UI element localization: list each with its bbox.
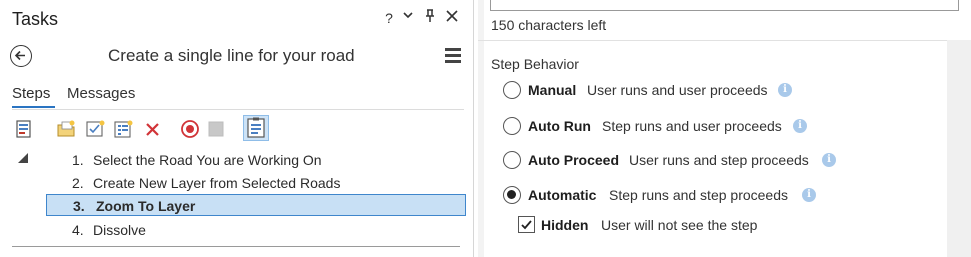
app-root: Tasks ? Create a single line for your ro… <box>0 0 971 257</box>
radio-button[interactable] <box>503 117 521 135</box>
option-label: Automatic <box>528 187 597 203</box>
divider <box>12 246 460 247</box>
step-properties-icon <box>247 117 265 138</box>
pin-icon[interactable] <box>421 9 439 26</box>
instructions-textbox[interactable] <box>490 0 959 11</box>
menu-icon[interactable] <box>445 48 461 64</box>
option-label: Manual <box>528 82 577 98</box>
new-step-icon[interactable] <box>85 119 105 139</box>
step-number: 4. <box>72 222 84 238</box>
step-label: Create New Layer from Selected Roads <box>93 175 341 191</box>
pane-title: Tasks <box>12 9 59 29</box>
char-counter: 150 characters left <box>491 17 607 33</box>
option-label: Auto Proceed <box>528 152 620 168</box>
task-title: Create a single line for your road <box>108 46 355 65</box>
checkbox-label: Hidden <box>541 217 589 233</box>
chevron-down-icon[interactable] <box>399 8 417 24</box>
option-description: User runs and user proceeds <box>587 82 768 98</box>
radio-button[interactable] <box>503 151 521 169</box>
pane-splitter[interactable] <box>478 0 484 257</box>
checkmark-icon <box>521 220 532 230</box>
help-icon[interactable]: ? <box>380 10 398 26</box>
step-label: Select the Road You are Working On <box>93 152 322 168</box>
option-description: Step runs and user proceeds <box>602 118 782 134</box>
option-description: Step runs and step proceeds <box>609 187 789 203</box>
radio-button[interactable] <box>503 81 521 99</box>
step-number: 1. <box>72 152 84 168</box>
collapse-triangle-icon[interactable] <box>18 153 28 163</box>
checkbox-description: User will not see the step <box>601 217 758 233</box>
option-label: Auto Run <box>528 118 591 134</box>
step-item[interactable]: 2. Create New Layer from Selected Roads <box>46 172 466 194</box>
option-description: User runs and step proceeds <box>629 152 809 168</box>
step-number: 2. <box>72 175 84 191</box>
step-label: Dissolve <box>93 222 146 238</box>
tasks-pane: Tasks ? Create a single line for your ro… <box>0 0 474 257</box>
info-icon[interactable]: i <box>778 83 792 97</box>
divider <box>12 109 464 110</box>
record-icon[interactable] <box>180 119 200 139</box>
divider <box>478 40 971 41</box>
delete-icon[interactable] <box>143 119 163 139</box>
step-number: 3. <box>73 198 85 214</box>
section-title: Step Behavior <box>491 56 579 72</box>
close-icon[interactable] <box>443 9 461 26</box>
step-item[interactable]: 4. Dissolve <box>46 219 466 241</box>
new-group-icon[interactable] <box>56 119 76 139</box>
step-label: Zoom To Layer <box>96 198 196 214</box>
radio-button-checked[interactable] <box>503 186 521 204</box>
hidden-checkbox[interactable] <box>518 216 535 233</box>
step-item[interactable]: 1. Select the Road You are Working On <box>46 149 466 171</box>
task-item-icon[interactable] <box>14 119 34 139</box>
info-icon[interactable]: i <box>822 153 836 167</box>
tab-messages[interactable]: Messages <box>67 85 135 102</box>
stop-icon[interactable] <box>206 119 226 139</box>
step-item-selected[interactable]: 3. Zoom To Layer <box>46 194 466 216</box>
new-task-icon[interactable] <box>113 119 133 139</box>
arrow-left-icon <box>14 50 25 61</box>
info-icon[interactable]: i <box>793 119 807 133</box>
vertical-scrollbar[interactable] <box>947 40 971 257</box>
active-tab-indicator <box>12 106 55 108</box>
step-properties-button[interactable] <box>243 115 269 141</box>
info-icon[interactable]: i <box>802 188 816 202</box>
back-button[interactable] <box>10 45 32 67</box>
pane-titlebar: Tasks ? <box>0 0 474 38</box>
tab-steps[interactable]: Steps <box>12 85 50 102</box>
